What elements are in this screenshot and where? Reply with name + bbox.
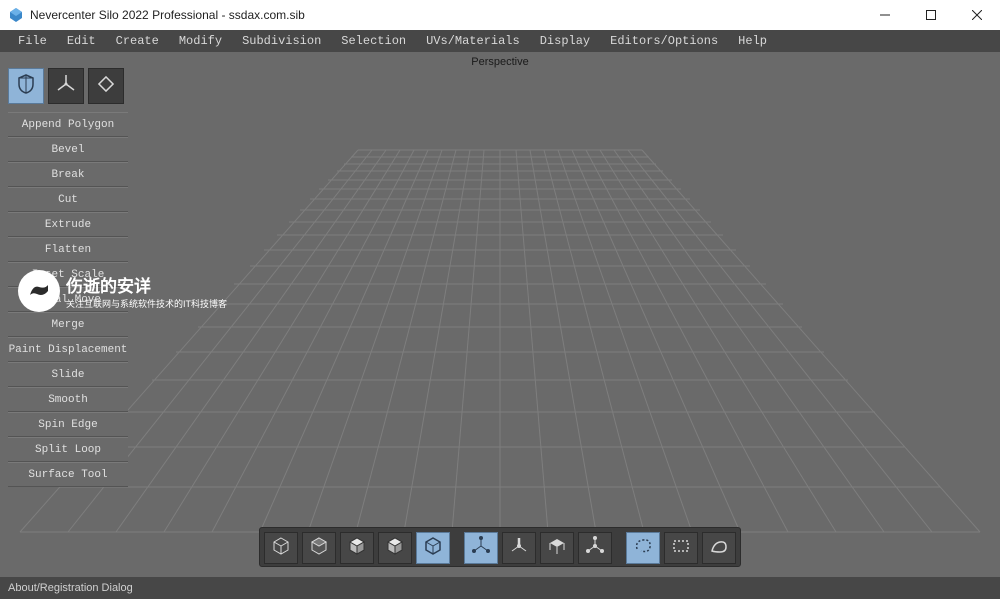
menu-editors-options[interactable]: Editors/Options <box>600 33 728 49</box>
menu-create[interactable]: Create <box>106 33 169 49</box>
tool-merge[interactable]: Merge <box>8 312 128 337</box>
menu-help[interactable]: Help <box>728 33 777 49</box>
sel-vertex-button[interactable] <box>464 532 498 564</box>
move-mode-button[interactable] <box>48 68 84 104</box>
cube-solid-icon <box>346 535 368 562</box>
sel-edge-icon <box>508 535 530 562</box>
minimize-button[interactable] <box>862 0 908 30</box>
shade-3-button[interactable] <box>340 532 374 564</box>
mode-row <box>8 68 128 104</box>
tool-spin-edge[interactable]: Spin Edge <box>8 412 128 437</box>
marquee-button[interactable] <box>664 532 698 564</box>
tool-split-loop[interactable]: Split Loop <box>8 437 128 462</box>
shade-5-button[interactable] <box>416 532 450 564</box>
tool-slide[interactable]: Slide <box>8 362 128 387</box>
maximize-button[interactable] <box>908 0 954 30</box>
tool-surface-tool[interactable]: Surface Tool <box>8 462 128 487</box>
sel-face-button[interactable] <box>540 532 574 564</box>
lasso-button[interactable] <box>626 532 660 564</box>
cube-dark-icon <box>308 535 330 562</box>
sel-vertex-icon <box>470 535 492 562</box>
axes-icon <box>55 73 77 100</box>
sel-object-button[interactable] <box>578 532 612 564</box>
title-bar: Nevercenter Silo 2022 Professional - ssd… <box>0 0 1000 30</box>
status-text: About/Registration Dialog <box>8 582 133 594</box>
menu-bar: FileEditCreateModifySubdivisionSelection… <box>0 30 1000 52</box>
menu-subdivision[interactable]: Subdivision <box>232 33 331 49</box>
tool-smooth[interactable]: Smooth <box>8 387 128 412</box>
grid-plane <box>0 52 1000 577</box>
tool-flatten[interactable]: Flatten <box>8 237 128 262</box>
diamond-icon <box>95 73 117 100</box>
tool-panel: Append PolygonBevelBreakCutExtrudeFlatte… <box>8 68 128 487</box>
tool-local-move[interactable]: Local Move <box>8 287 128 312</box>
cube-outline-icon <box>422 535 444 562</box>
window-title: Nevercenter Silo 2022 Professional - ssd… <box>30 8 305 22</box>
menu-file[interactable]: File <box>8 33 57 49</box>
tool-extrude[interactable]: Extrude <box>8 212 128 237</box>
menu-display[interactable]: Display <box>530 33 600 49</box>
bottom-toolbar <box>259 527 741 567</box>
lasso-icon <box>632 535 654 562</box>
tool-list: Append PolygonBevelBreakCutExtrudeFlatte… <box>8 112 128 487</box>
viewport[interactable]: Perspective Append PolygonBevelBreakCutE… <box>0 52 1000 577</box>
menu-selection[interactable]: Selection <box>331 33 416 49</box>
close-button[interactable] <box>954 0 1000 30</box>
cube-solid2-icon <box>384 535 406 562</box>
select-mode-button[interactable] <box>8 68 44 104</box>
rotate-mode-button[interactable] <box>88 68 124 104</box>
tool-break[interactable]: Break <box>8 162 128 187</box>
cube-wire-icon <box>270 535 292 562</box>
sel-face-icon <box>546 535 568 562</box>
tool-cut[interactable]: Cut <box>8 187 128 212</box>
paint-icon <box>708 535 730 562</box>
tool-paint-displacement[interactable]: Paint Displacement <box>8 337 128 362</box>
tool-inset-scale[interactable]: Inset Scale <box>8 262 128 287</box>
shade-2-button[interactable] <box>302 532 336 564</box>
menu-uvs-materials[interactable]: UVs/Materials <box>416 33 530 49</box>
sel-edge-button[interactable] <box>502 532 536 564</box>
viewport-label: Perspective <box>471 56 528 68</box>
tool-bevel[interactable]: Bevel <box>8 137 128 162</box>
marquee-icon <box>670 535 692 562</box>
app-icon <box>8 7 24 23</box>
paint-sel-button[interactable] <box>702 532 736 564</box>
sel-object-icon <box>584 535 606 562</box>
tool-append-polygon[interactable]: Append Polygon <box>8 112 128 137</box>
shade-1-button[interactable] <box>264 532 298 564</box>
menu-modify[interactable]: Modify <box>169 33 232 49</box>
menu-edit[interactable]: Edit <box>57 33 106 49</box>
shade-4-button[interactable] <box>378 532 412 564</box>
status-bar: About/Registration Dialog <box>0 577 1000 599</box>
shield-icon <box>15 73 37 100</box>
